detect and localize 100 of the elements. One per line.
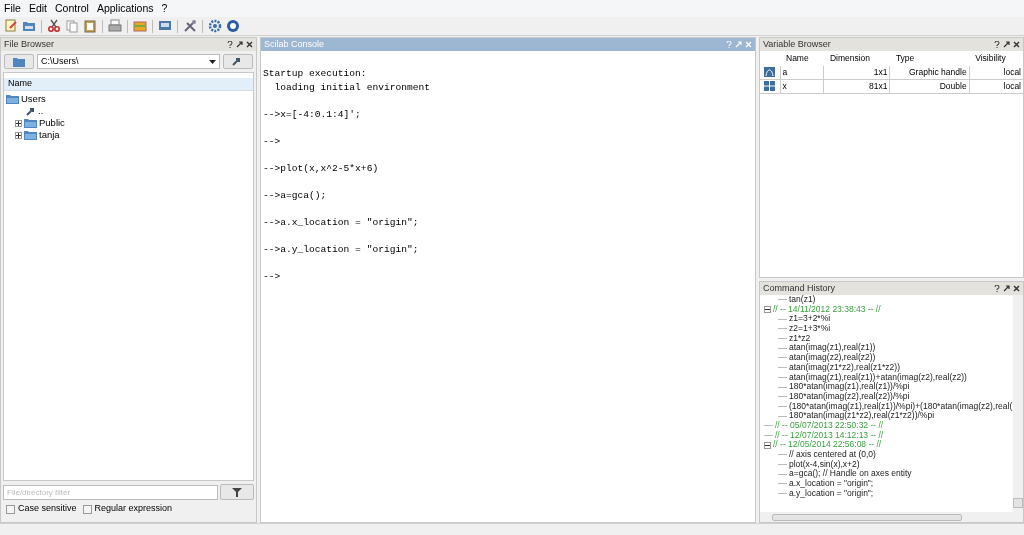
undock-icon[interactable] [236,41,243,48]
history-command[interactable]: // axis centered at (0,0) [789,450,876,460]
toolbox-icon [133,19,147,33]
tools-icon [183,19,197,33]
close-icon[interactable] [1013,41,1020,48]
panel-title: Variable Browser [763,37,831,51]
expander-icon[interactable] [764,306,771,314]
filter-button[interactable] [220,484,254,500]
close-icon[interactable] [1013,285,1020,292]
console-line: --> [263,134,282,148]
session-header[interactable]: // -- 12/07/2013 14:12:13 -- // [775,430,884,441]
history-command[interactable]: 180*atan(imag(z1*z2),real(z1*z2))/%pi [789,411,935,421]
expander-icon[interactable] [764,441,771,449]
table-cell: Double [889,79,970,93]
column-header[interactable]: Visibility [969,51,1023,66]
menu-item[interactable]: Applications [95,0,155,17]
toolbar-button[interactable] [207,18,223,34]
column-header[interactable]: Dimension [823,51,890,66]
history-command[interactable]: 180*atan(imag(z1),real(z1))/%pi [789,382,910,392]
vertical-scrollbar[interactable] [1013,295,1023,522]
history-command[interactable]: atan(imag(z1),real(z1))+atan(imag(z2),real(z2)) [789,372,967,383]
console-line: -->plot(x,x^2-5*x+6) [263,161,380,175]
monitor-icon [158,19,172,33]
filter-icon [232,487,242,497]
history-command[interactable]: atan(imag(z1),real(z1)) [789,343,876,354]
table-cell: a [780,66,824,80]
console-line: -->a=gca(); [263,188,328,202]
checkbox[interactable] [82,504,92,514]
menu-item[interactable]: Edit [27,0,48,17]
console-area[interactable]: Startup execution: loading initial environment -->x=[-4:0.1:4]'; --> -->plot(x,x^2-5*x+6) -->a=gca(); -->a.x_location = "origin"; -->a.y_location = "origin"; --> [261,51,755,522]
folder-icon [24,130,37,140]
toolbar-button[interactable] [3,18,19,34]
folder-icon [24,118,37,128]
folder-icon [6,94,19,104]
panel-title: File Browser [4,37,54,51]
menu-item[interactable]: ? [160,0,169,17]
expander-icon[interactable] [15,131,22,139]
folder-icon [22,19,36,33]
toolbar-button[interactable] [182,18,198,34]
menu-item[interactable]: File [3,0,22,17]
column-header[interactable]: Name [780,51,824,66]
printer-icon [108,19,122,33]
clipboard-icon [83,19,97,33]
undock-icon[interactable] [1003,285,1010,292]
folder-button[interactable] [4,54,34,69]
gear-icon [208,19,222,33]
toolbar-button[interactable] [82,18,98,34]
column-header[interactable]: Type [889,51,970,66]
expander-icon[interactable] [15,119,22,127]
checkbox-label: Regular expression [94,502,173,516]
console-line: -->a.x_location = "origin"; [263,215,420,229]
history-command[interactable]: 180*atan(imag(z2),real(z2))/%pi [789,391,910,402]
path-dropdown[interactable]: C:\Users\ [37,54,220,69]
table-cell: 81x1 [823,79,890,93]
history-command[interactable]: z1*z2 [789,333,811,344]
undock-icon[interactable] [1003,41,1010,48]
up-button[interactable] [223,54,253,69]
console-line: -->x=[-4:0.1:4]'; [263,107,362,121]
column-header[interactable]: Name [4,78,253,91]
panel-title: Scilab Console [264,37,325,51]
checkbox[interactable] [6,504,15,514]
history-command[interactable]: plot(x-4,sin(x),x+2) [789,459,860,470]
console-line: Startup execution: [263,67,368,81]
checkbox-label: Case sensitive [18,502,77,516]
history-command[interactable]: a.y_location = "origin"; [789,488,874,499]
horizontal-scrollbar[interactable] [760,512,1013,522]
history-command[interactable]: a.x_location = "origin"; [789,479,874,489]
history-command[interactable]: atan(imag(z2),real(z2)) [789,353,876,363]
folder-icon [13,56,25,67]
arrow-icon [26,106,36,116]
session-header[interactable]: // -- 05/07/2013 22:50:32 -- // [775,420,884,431]
toolbar-button[interactable] [46,18,62,34]
history-command[interactable]: z1=3+2*%i [789,314,831,325]
table-cell: Graphic handle [889,66,970,80]
copy-icon [65,19,79,33]
table-cell: local [969,79,1023,93]
console-line: loading initial environment [273,80,431,94]
console-line: --> [263,269,282,283]
history-command[interactable]: z2=1+3*%i [789,324,831,334]
table-cell: 1x1 [823,66,890,80]
path-text: C:\Users\ [41,54,79,68]
history-command[interactable]: tan(z1) [789,295,816,305]
menu-item[interactable]: Control [54,0,90,17]
history-command[interactable]: a=gca(); // Handle on axes entity [789,469,912,480]
table-cell: local [969,66,1023,80]
session-header[interactable]: // -- 14/11/2012 23:38:43 -- // [773,304,881,315]
close-icon[interactable] [246,41,253,48]
history-command[interactable]: (180*atan(imag(z1),real(z1))/%pi)+(180*atan(imag(z2),real( [789,401,1013,412]
table-cell: x [780,79,824,93]
session-header[interactable]: // -- 12/05/2014 22:56:08 -- // [773,440,882,450]
panel-title: Command History [763,281,836,295]
graph-icon [764,67,775,78]
matrix-icon [764,81,775,92]
toolbar-button[interactable] [107,18,123,34]
document-icon [4,19,18,33]
dropdown-arrow-icon [209,59,216,64]
history-command[interactable]: atan(imag(z1*z2),real(z1*z2)) [789,362,900,373]
console-line: -->a.y_location = "origin"; [263,242,420,256]
filter-field[interactable]: File/directory filter [3,484,218,500]
scissors-icon [47,19,61,33]
